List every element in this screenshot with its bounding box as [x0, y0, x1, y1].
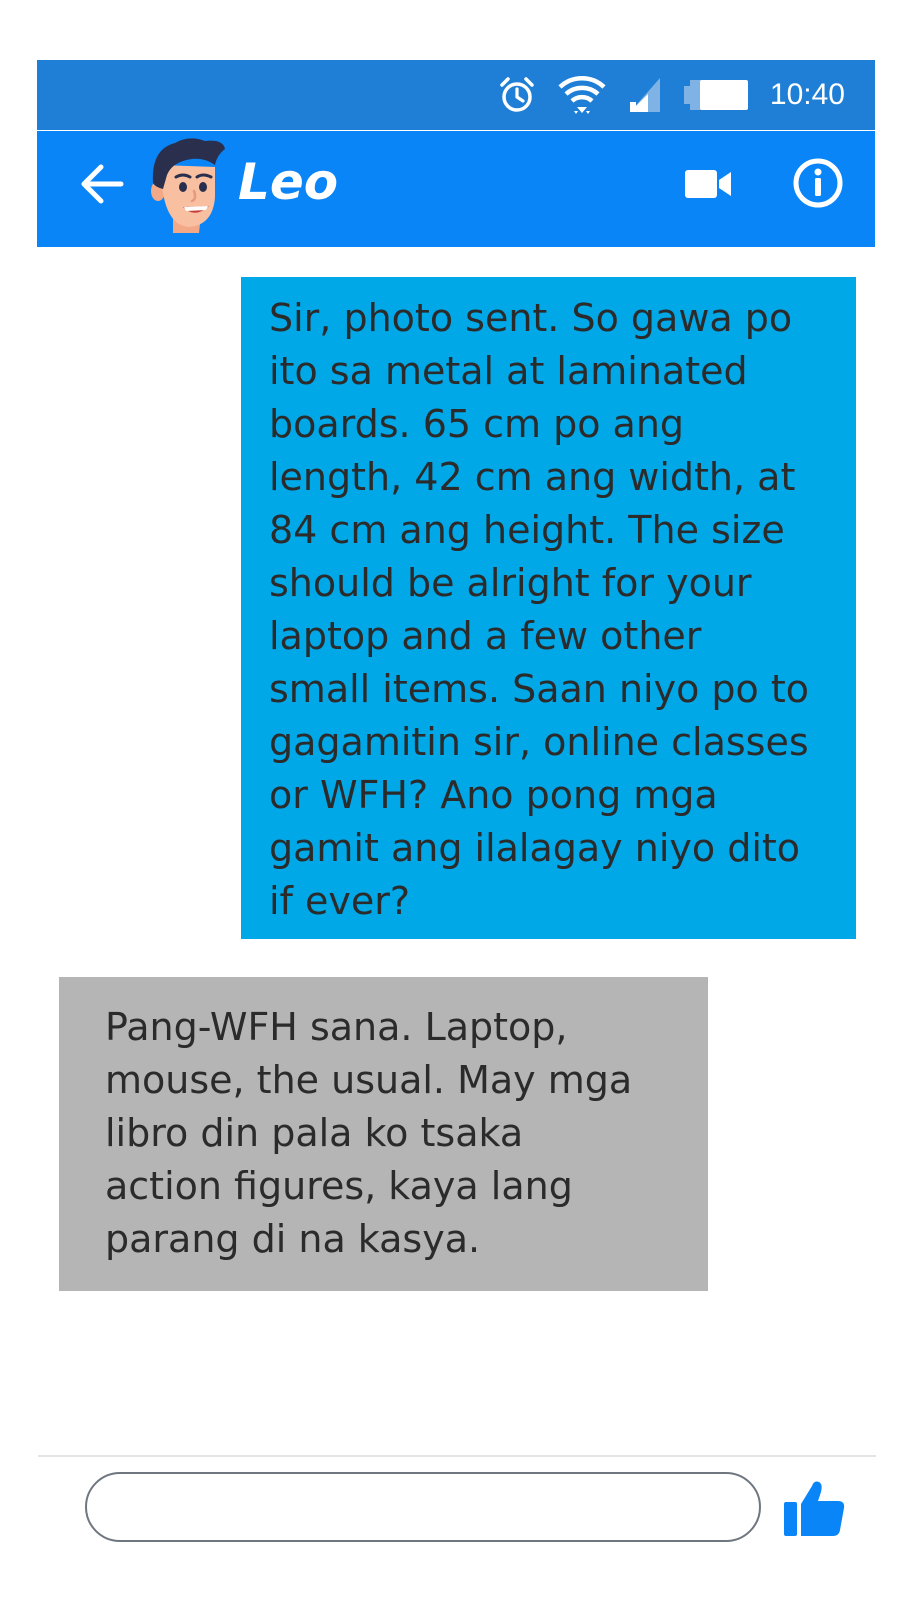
signal-icon: [628, 76, 662, 114]
message-line: Pang-WFH sana. Laptop,: [105, 1005, 568, 1049]
avatar[interactable]: [145, 135, 229, 235]
composer-divider: [38, 1455, 876, 1457]
alarm-icon: [498, 76, 536, 114]
status-time: 10:40: [769, 78, 845, 111]
message-line: Sir, photo sent. So gawa po: [269, 296, 793, 340]
battery-icon: [683, 78, 750, 112]
thumbs-up-icon[interactable]: [784, 1478, 846, 1538]
message-line: or WFH? Ano pong mga: [269, 773, 718, 817]
message-bubble-outgoing: Sir, photo sent. So gawa po ito sa metal…: [241, 277, 856, 939]
back-arrow-icon[interactable]: [79, 161, 125, 207]
message-line: laptop and a few other: [269, 614, 702, 658]
video-camera-icon[interactable]: [685, 164, 733, 204]
message-line: action figures, kaya lang: [105, 1164, 573, 1208]
message-line: boards. 65 cm po ang: [269, 402, 685, 446]
message-line: libro din pala ko tsaka: [105, 1111, 524, 1155]
message-input[interactable]: [85, 1472, 761, 1542]
message-line: parang di na kasya.: [105, 1217, 481, 1261]
contact-name[interactable]: Leo: [238, 153, 338, 211]
message-bubble-incoming: Pang-WFH sana. Laptop, mouse, the usual.…: [59, 977, 708, 1291]
message-line: small items. Saan niyo po to: [269, 667, 810, 711]
wifi-icon: [558, 75, 606, 115]
message-line: 84 cm ang height. The size: [269, 508, 785, 552]
status-icons: 10:40: [476, 60, 845, 130]
message-line: if ever?: [269, 879, 411, 923]
message-line: gamit ang ilalagay niyo dito: [269, 826, 801, 870]
message-line: ito sa metal at laminated: [269, 349, 748, 393]
message-line: should be alright for your: [269, 561, 752, 605]
info-icon[interactable]: [792, 157, 844, 209]
message-line: mouse, the usual. May mga: [105, 1058, 633, 1102]
message-line: length, 42 cm ang width, at: [269, 455, 796, 499]
status-bar: 10:40: [37, 60, 875, 130]
message-line: gagamitin sir, online classes: [269, 720, 809, 764]
chat-header: Leo: [37, 131, 875, 247]
